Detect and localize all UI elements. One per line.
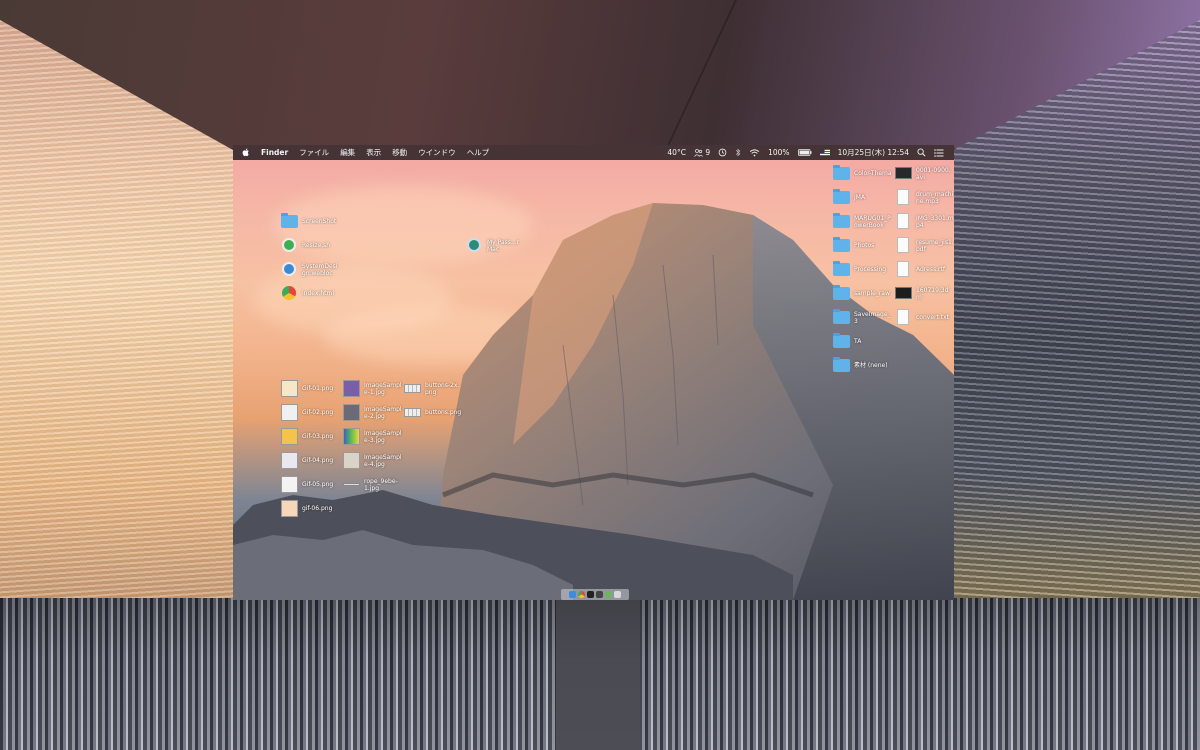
menu-bar: Finder ファイル 編集 表示 移動 ウインドウ ヘルプ 40°C 9 10… [233,145,954,160]
image-thumbnail-icon [343,452,360,469]
cpu-temperature[interactable]: 40°C [667,145,686,160]
image-thumbnail-icon [281,404,298,421]
image-thumbnail-icon [281,452,298,469]
menu-view[interactable]: 表示 [366,145,381,160]
notification-center-icon[interactable] [934,148,944,157]
image-thumbnail-icon [343,380,360,397]
image-thumbnail-icon [404,384,421,393]
bluetooth-icon[interactable] [735,148,741,157]
trash-dock-icon[interactable] [614,591,621,598]
desktop-item-resize-sh[interactable]: Resize.sh [281,237,330,254]
script-icon [282,238,296,252]
image-thumbnail-icon [281,500,298,517]
app-dock-icon[interactable] [596,591,603,598]
desktop-folder-processing[interactable]: Processing [833,261,886,278]
finder-dock-icon[interactable] [569,591,576,598]
desktop-item-webloc[interactable]: SystemDesign.webloc [281,261,340,278]
users-status[interactable]: 9 [694,145,710,160]
floor-shading [0,598,1200,750]
desktop-item-gif-04[interactable]: Gif-04.png [281,452,333,469]
text-file-icon [897,309,909,325]
folder-icon [833,261,850,276]
image-thumbnail-icon [343,483,360,486]
desktop-file-avi[interactable]: 0001-0900.avi [895,165,954,182]
audio-file-icon [897,189,909,205]
folder-icon [833,285,850,300]
desktop-folder-ta[interactable]: TA [833,333,861,350]
desktop-folder-marug01[interactable]: MARUG01_PowerBook [833,213,892,230]
menu-help[interactable]: ヘルプ [467,145,490,160]
text-file-icon [897,261,909,277]
pdf-file-icon [897,237,909,253]
folder-icon [833,189,850,204]
menu-file[interactable]: ファイル [299,145,329,160]
chrome-document-icon [282,286,296,300]
desktop-folder-photos[interactable]: Photos [833,237,874,254]
image-thumbnail-icon [343,428,360,445]
image-thumbnail-icon [343,404,360,421]
desktop-file-txt[interactable]: convert.txt [895,309,949,326]
folder-icon [833,333,850,348]
image-thumbnail-icon [281,428,298,445]
webloc-icon [282,262,296,276]
app-menu-finder[interactable]: Finder [261,145,288,160]
time-machine-backup-icon [467,238,481,252]
folder-icon [833,309,850,324]
desktop-folder-color-thema[interactable]: Color-Thema [833,165,892,182]
us-flag-input-icon[interactable] [819,149,830,156]
desktop-item-imagesample-4[interactable]: ImageSample-4.jpg [343,452,402,469]
desktop-folder-jma[interactable]: JMA [833,189,865,206]
battery-percent[interactable]: 100% [768,145,789,160]
desktop-item-screenshot[interactable]: ScreenShot [281,213,336,230]
chrome-dock-icon[interactable] [578,591,585,598]
spotlight-search-icon[interactable] [917,148,926,157]
menu-go[interactable]: 移動 [392,145,407,160]
desktop-item-gif-01[interactable]: Gif-01.png [281,380,333,397]
folder-icon [833,237,850,252]
image-thumbnail-icon [404,408,421,417]
video-file-icon [895,167,912,179]
battery-icon[interactable] [797,149,812,156]
desktop-item-imagesample-3[interactable]: ImageSample-3.jpg [343,428,402,445]
desktop-file-rtf[interactable]: Adress.rtf [895,261,945,278]
desktop-item-gif-06[interactable]: gif-06.png [281,500,332,517]
dock [561,589,629,600]
desktop-file-mp3[interactable]: drum_machine.mp3 [895,189,954,206]
desktop-item-gif-02[interactable]: Gif-02.png [281,404,333,421]
desktop-item-gif-05[interactable]: Gif-05.png [281,476,333,493]
menu-window[interactable]: ウインドウ [418,145,456,160]
desktop-folder-sample-raw[interactable]: sample_raw [833,285,890,302]
users-count: 9 [705,148,711,157]
desktop-item-backup[interactable]: My Pass...r Mac [466,237,525,254]
desktop-folder-saveimage[interactable]: SaveImage_3 [833,309,892,326]
image-thumbnail-icon [281,380,298,397]
wifi-icon[interactable] [749,148,760,157]
clock[interactable]: 10月25日(木) 12:54 [838,145,909,160]
3d-model-file-icon [895,287,912,299]
desktop-item-imagesample-1[interactable]: ImageSample-1.jpg [343,380,402,397]
image-thumbnail-icon [281,476,298,493]
desktop-screen: Finder ファイル 編集 表示 移動 ウインドウ ヘルプ 40°C 9 10… [233,145,954,600]
desktop-item-rope-jpg[interactable]: rope_9ebe-1.jpg [343,476,402,493]
video-file-icon [897,213,909,229]
desktop-item-buttons-2x[interactable]: buttons-2x.png [404,380,463,397]
desktop-folder-sozai[interactable]: 素材 (nene) [833,357,888,374]
desktop-item-index-html[interactable]: index.html [281,285,334,302]
desktop-file-pdf[interactable]: resume_jis1.pdf [895,237,954,254]
app-dock-icon[interactable] [605,591,612,598]
folder-icon [833,165,850,180]
time-machine-icon[interactable] [718,148,727,157]
desktop-item-gif-03[interactable]: Gif-03.png [281,428,333,445]
desktop-item-buttons[interactable]: buttons.png [404,404,461,421]
apple-menu-icon[interactable] [242,148,250,157]
users-icon [694,149,703,157]
terminal-dock-icon[interactable] [587,591,594,598]
desktop-item-imagesample-2[interactable]: ImageSample-2.jpg [343,404,402,421]
menu-edit[interactable]: 編集 [340,145,355,160]
folder-icon [281,213,298,228]
desktop-file-3dm[interactable]: 160719.3dm [895,285,954,302]
desktop-file-mp4[interactable]: IMG_3301.mp4 [895,213,954,230]
folder-icon [833,213,850,228]
folder-icon [833,357,850,372]
